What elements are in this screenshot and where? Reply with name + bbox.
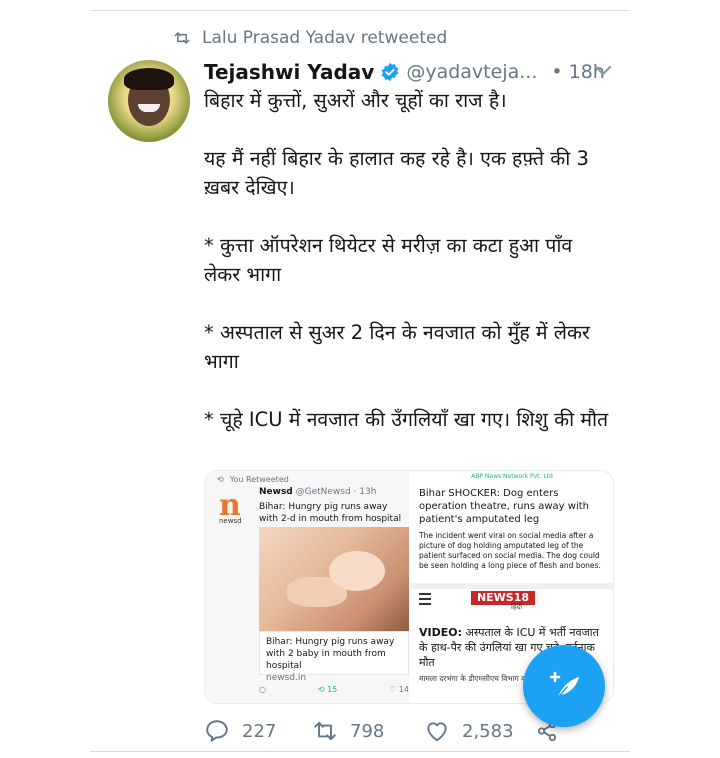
tweet-text: बिहार में कुत्तों, सुअरों और चूहों का रा…: [204, 86, 614, 434]
menu-icon: [419, 593, 431, 605]
avatar[interactable]: [108, 60, 190, 142]
like-button[interactable]: 2,583: [424, 718, 514, 744]
tweet-header: Tejashwi Yadav @yadavteja... • 18h: [204, 56, 614, 88]
link-card: Bihar: Hungry pig runs away with 2 baby …: [259, 631, 409, 683]
tweet-line: यह मैं नहीं बिहार के हालात कह रहे है। एक…: [204, 147, 589, 199]
tweet-line: * कुत्ता ऑपरेशन थियेटर से मरीज़ का कटा ह…: [204, 234, 573, 286]
article-title: Bihar SHOCKER: Dog enters operation thea…: [419, 488, 589, 525]
mini-retweet-count: ⟲ 15: [317, 685, 338, 694]
media-left-screenshot: ⟲ You Retweeted n newsd Newsd @GetNewsd …: [205, 471, 409, 703]
article-body: The incident went viral on social media …: [419, 531, 601, 570]
compose-tweet-button[interactable]: [523, 645, 605, 727]
abp-news-article: ABP News Network Pvt. Ltd Bihar SHOCKER:…: [411, 471, 613, 583]
verified-badge-icon: [382, 62, 399, 82]
mini-tweet-header: Newsd @GetNewsd · 13h: [259, 487, 377, 497]
reply-button[interactable]: 227: [204, 718, 276, 744]
retweet-context-text: Lalu Prasad Yadav retweeted: [202, 28, 448, 48]
reply-count: 227: [242, 720, 277, 742]
like-count: 2,583: [462, 720, 514, 742]
tweet-line: * चूहे ICU में नवजात की उँगलियाँ खा गए। …: [204, 408, 609, 431]
retweet-button[interactable]: 798: [312, 718, 384, 744]
mini-retweet-label: ⟲ You Retweeted: [217, 475, 289, 484]
retweet-count: 798: [350, 720, 385, 742]
retweet-context: Lalu Prasad Yadav retweeted: [172, 26, 447, 50]
retweet-icon: [314, 721, 336, 741]
mini-like-count: ♡ 14: [389, 685, 409, 694]
tweet-line: बिहार में कुत्तों, सुअरों और चूहों का रा…: [204, 89, 507, 112]
news18-sub: हिंदी: [511, 603, 523, 611]
reply-icon: [206, 720, 228, 742]
newsd-logo-sub: newsd: [219, 517, 242, 525]
retweet-icon: [174, 32, 190, 44]
retweet-icon: ⟲: [217, 475, 224, 484]
source-label: ABP News Network Pvt. Ltd: [471, 473, 553, 480]
tweet-line: * अस्पताल से सुअर 2 दिन के नवजात को मुँह…: [204, 321, 590, 373]
baby-photo: [259, 527, 409, 633]
mini-reply-icon: ○: [259, 685, 266, 694]
author-handle[interactable]: @yadavteja...: [406, 61, 537, 83]
author-name[interactable]: Tejashwi Yadav: [204, 60, 374, 84]
mini-tweet-text: Bihar: Hungry pig runs away with 2-d in …: [259, 502, 402, 524]
heart-icon: [427, 722, 447, 742]
chevron-down-icon[interactable]: [594, 64, 612, 78]
compose-feather-icon: [549, 671, 579, 700]
news18-logo: NEWS18: [471, 591, 535, 605]
mini-actions: ○ ⟲ 15 ♡ 14: [259, 685, 409, 694]
